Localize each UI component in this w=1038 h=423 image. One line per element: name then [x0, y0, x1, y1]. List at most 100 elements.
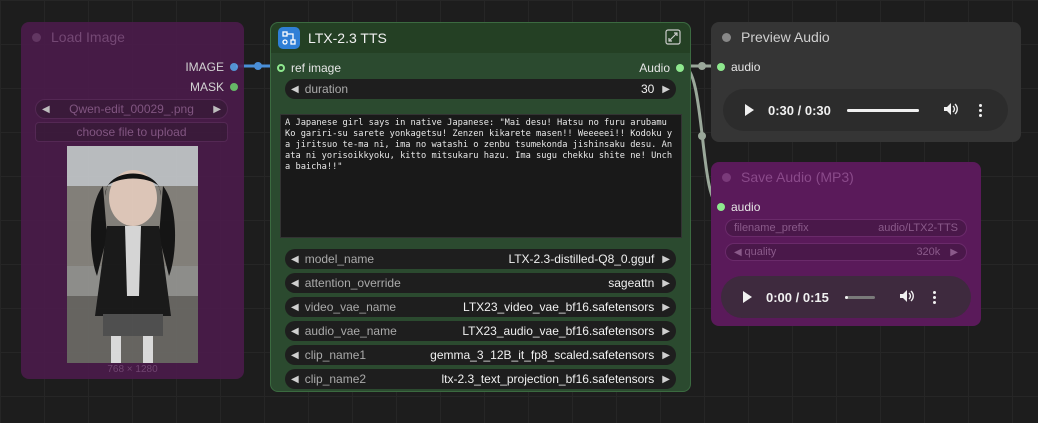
prev-arrow-icon[interactable]: ◀ — [291, 254, 299, 265]
mask-output-slot[interactable]: MASK — [190, 80, 238, 94]
clip-name2-widget[interactable]: ◀ clip_name2 ltx-2.3_text_projection_bf1… — [285, 369, 676, 389]
model-name-widget[interactable]: ◀ model_name LTX-2.3-distilled-Q8_0.gguf… — [285, 249, 676, 269]
collapse-dot[interactable] — [722, 32, 731, 42]
image-output-slot[interactable]: IMAGE — [185, 60, 238, 74]
widget-value: sageattn — [608, 276, 655, 290]
audio-output-dot[interactable] — [676, 64, 684, 72]
quality-value-wrap: 320k ▶ — [916, 246, 958, 258]
widget-label: model_name — [304, 252, 375, 266]
image-output-label: IMAGE — [185, 60, 224, 74]
tts-title-bar[interactable]: LTX-2.3 TTS — [271, 23, 690, 53]
filename-prefix-value: audio/LTX2-TTS — [878, 222, 958, 234]
filename-prefix-label: filename_prefix — [734, 222, 809, 234]
combo-right-arrow-icon[interactable]: ▶ — [213, 104, 221, 115]
play-icon[interactable] — [745, 104, 754, 116]
image-file-value: Qwen-edit_00029_.png — [69, 102, 194, 116]
audio-input-dot[interactable] — [717, 203, 725, 211]
audio-input-label: audio — [731, 200, 761, 214]
audio-vae-widget[interactable]: ◀ audio_vae_name LTX23_audio_vae_bf16.sa… — [285, 321, 676, 341]
audio-player[interactable]: 0:30 / 0:30 — [723, 89, 1008, 131]
widget-value: LTX23_video_vae_bf16.safetensors — [463, 300, 655, 314]
preview-title-bar[interactable]: Preview Audio — [711, 22, 1021, 52]
node-graph-icon — [278, 27, 300, 49]
next-arrow-icon[interactable]: ▶ — [950, 247, 958, 258]
seek-fill — [844, 295, 848, 299]
next-arrow-icon[interactable]: ▶ — [662, 374, 670, 385]
prev-arrow-icon[interactable]: ◀ — [734, 247, 744, 258]
ref-image-input-slot[interactable]: ref image — [277, 61, 341, 75]
widget-value: gemma_3_12B_it_fp8_scaled.safetensors — [430, 348, 655, 362]
save-title: Save Audio (MP3) — [741, 169, 854, 185]
seek-bar[interactable] — [846, 108, 919, 112]
prompt-textarea[interactable]: A Japanese girl says in native Japanese:… — [280, 114, 682, 238]
audio-output-slot[interactable]: Audio — [639, 61, 684, 75]
preview-audio-node[interactable]: Preview Audio audio 0:30 / 0:30 — [711, 22, 1021, 142]
combo-left-arrow-icon[interactable]: ◀ — [42, 104, 50, 115]
more-options-icon[interactable] — [978, 103, 982, 117]
load-image-title-bar[interactable]: Load Image — [21, 22, 244, 52]
play-icon[interactable] — [743, 291, 752, 303]
save-audio-input-slot[interactable]: audio — [717, 200, 760, 214]
image-size-label: 768 × 1280 — [107, 364, 158, 375]
more-options-icon[interactable] — [932, 290, 936, 304]
time-display: 0:00 / 0:15 — [766, 289, 829, 305]
quality-label: ◀ quality — [734, 246, 776, 258]
image-file-combo[interactable]: ◀ Qwen-edit_00029_.png ▶ — [35, 99, 228, 119]
volume-icon[interactable] — [899, 289, 915, 306]
image-output-dot[interactable] — [230, 63, 238, 71]
preview-audio-input-slot[interactable]: audio — [717, 60, 760, 74]
attention-override-widget[interactable]: ◀ attention_override sageattn ▶ — [285, 273, 676, 293]
load-image-title: Load Image — [51, 29, 125, 45]
collapse-dot[interactable] — [722, 172, 731, 182]
audio-input-dot[interactable] — [717, 63, 725, 71]
audio-input-label: audio — [731, 60, 761, 74]
prev-arrow-icon[interactable]: ◀ — [291, 302, 299, 313]
ref-image-input-dot[interactable] — [277, 64, 285, 72]
ref-image-label: ref image — [291, 61, 342, 75]
prev-arrow-icon[interactable]: ◀ — [291, 350, 299, 361]
widget-value: LTX23_audio_vae_bf16.safetensors — [462, 324, 655, 338]
decrement-arrow-icon[interactable]: ◀ — [291, 84, 299, 95]
video-vae-widget[interactable]: ◀ video_vae_name LTX23_video_vae_bf16.sa… — [285, 297, 676, 317]
quality-value: 320k — [916, 246, 941, 258]
quality-widget[interactable]: ◀ quality 320k ▶ — [725, 243, 967, 261]
seek-bar[interactable] — [844, 295, 875, 299]
duration-label: duration — [304, 82, 349, 96]
mask-output-label: MASK — [189, 80, 224, 94]
mask-output-dot[interactable] — [230, 83, 238, 91]
widget-label: audio_vae_name — [304, 324, 397, 338]
widget-value: ltx-2.3_text_projection_bf16.safetensors — [441, 372, 655, 386]
seek-fill — [846, 108, 919, 112]
increment-arrow-icon[interactable]: ▶ — [662, 84, 670, 95]
collapse-dot[interactable] — [32, 32, 41, 42]
next-arrow-icon[interactable]: ▶ — [662, 350, 670, 361]
save-audio-node[interactable]: Save Audio (MP3) audio filename_prefix a… — [711, 162, 981, 326]
next-arrow-icon[interactable]: ▶ — [662, 278, 670, 289]
clip-name1-widget[interactable]: ◀ clip_name1 gemma_3_12B_it_fp8_scaled.s… — [285, 345, 676, 365]
widget-label: attention_override — [304, 276, 401, 290]
save-title-bar[interactable]: Save Audio (MP3) — [711, 162, 981, 192]
prev-arrow-icon[interactable]: ◀ — [291, 326, 299, 337]
next-arrow-icon[interactable]: ▶ — [662, 326, 670, 337]
prev-arrow-icon[interactable]: ◀ — [291, 278, 299, 289]
audio-output-label: Audio — [639, 61, 670, 75]
duration-value: 30 — [640, 82, 655, 96]
expand-icon[interactable] — [665, 29, 681, 48]
next-arrow-icon[interactable]: ▶ — [662, 302, 670, 313]
widget-label: video_vae_name — [304, 300, 397, 314]
widget-label: clip_name2 — [304, 372, 367, 386]
filename-prefix-widget[interactable]: filename_prefix audio/LTX2-TTS — [725, 219, 967, 237]
audio-player[interactable]: 0:00 / 0:15 — [721, 276, 971, 318]
image-preview — [67, 146, 198, 363]
next-arrow-icon[interactable]: ▶ — [662, 254, 670, 265]
quality-label-text: quality — [744, 246, 777, 258]
volume-icon[interactable] — [943, 102, 959, 119]
ltx-tts-node[interactable]: LTX-2.3 TTS ref image Audio ◀ duration 3… — [270, 22, 691, 392]
widget-value: LTX-2.3-distilled-Q8_0.gguf — [508, 252, 655, 266]
load-image-node[interactable]: Load Image IMAGE MASK ◀ Qwen-edit_00029_… — [21, 22, 244, 379]
tts-title: LTX-2.3 TTS — [308, 30, 387, 46]
upload-button[interactable]: choose file to upload — [35, 122, 228, 142]
widget-label: clip_name1 — [304, 348, 367, 362]
duration-widget[interactable]: ◀ duration 30 ▶ — [285, 79, 676, 99]
prev-arrow-icon[interactable]: ◀ — [291, 374, 299, 385]
